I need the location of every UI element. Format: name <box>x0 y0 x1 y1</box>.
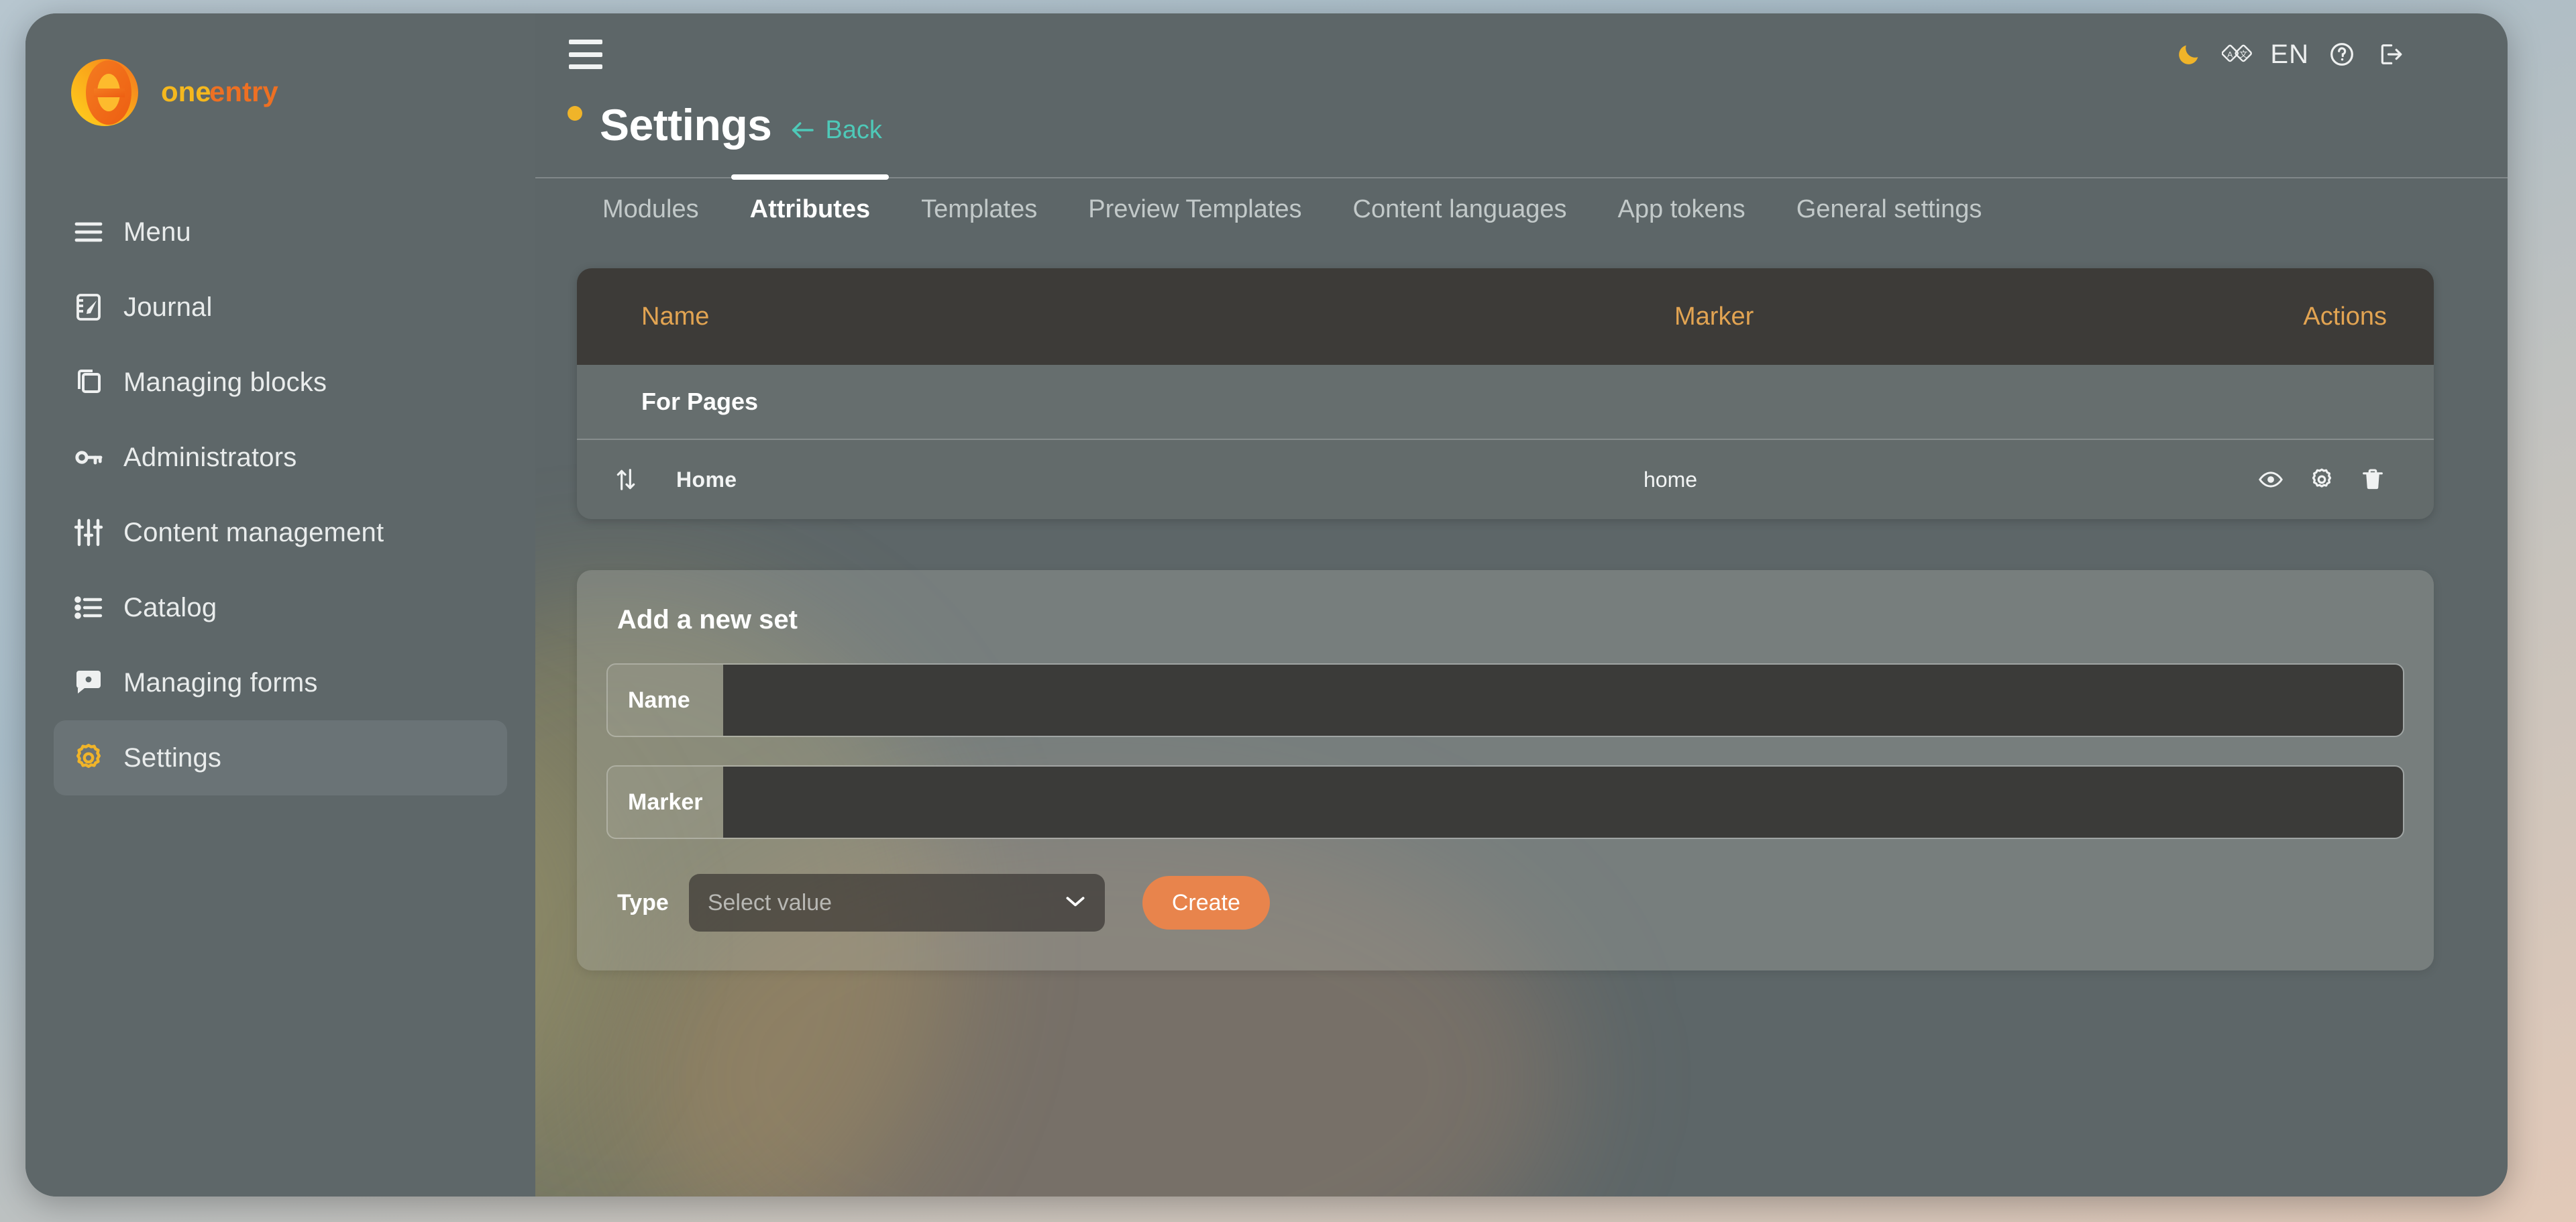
tab-preview-templates[interactable]: Preview Templates <box>1063 178 1327 240</box>
hamburger-bar <box>569 64 602 69</box>
sidebar-item-journal[interactable]: Journal <box>54 270 507 345</box>
chat-gear-icon <box>72 667 105 699</box>
status-dot <box>568 106 582 121</box>
column-header-actions: Actions <box>2303 302 2387 331</box>
row-cell-marker: home <box>1644 467 1698 492</box>
tab-templates[interactable]: Templates <box>896 178 1063 240</box>
sidebar-item-administrators[interactable]: Administrators <box>54 420 507 495</box>
table-row[interactable]: Home home <box>577 440 2434 519</box>
brand-wordmark: one entry <box>161 77 362 108</box>
column-header-name: Name <box>641 302 710 331</box>
add-set-panel: Add a new set Name Marker Type Select va… <box>577 570 2434 970</box>
type-select[interactable]: Select value <box>688 874 1105 932</box>
back-link[interactable]: Back <box>789 115 882 145</box>
blocks-icon <box>72 366 105 398</box>
tab-label: General settings <box>1796 195 1982 223</box>
sidebar-item-label: Content management <box>123 517 384 547</box>
journal-icon <box>72 291 105 323</box>
svg-text:文: 文 <box>2239 50 2247 60</box>
chevron-down-icon <box>1065 894 1086 912</box>
sidebar-item-managing-blocks[interactable]: Managing blocks <box>54 345 507 420</box>
hamburger-bar <box>569 52 602 57</box>
gear-icon <box>72 742 105 774</box>
name-field-row: Name <box>606 663 2404 737</box>
sidebar-item-label: Journal <box>123 292 213 322</box>
tab-label: Attributes <box>749 195 871 223</box>
row-actions <box>2226 465 2387 494</box>
logout-icon[interactable] <box>2375 39 2406 70</box>
hamburger-menu-icon <box>72 216 105 248</box>
tab-modules[interactable]: Modules <box>577 178 724 240</box>
tabs-bar: Modules Attributes Templates Preview Tem… <box>535 174 2508 240</box>
marker-field-row: Marker <box>606 765 2404 839</box>
tab-label: Preview Templates <box>1088 195 1302 223</box>
sidebar-item-label: Settings <box>123 742 222 773</box>
trash-icon[interactable] <box>2359 465 2387 494</box>
row-cell-name: Home <box>676 467 737 492</box>
tab-label: App tokens <box>1617 195 1746 223</box>
add-set-title: Add a new set <box>617 605 798 634</box>
table-group-row: For Pages <box>577 365 2434 440</box>
marker-field-label: Marker <box>608 767 723 838</box>
oneentry-ring-logo-icon <box>67 55 142 130</box>
sidebar-item-catalog[interactable]: Catalog <box>54 570 507 645</box>
app-window: one entry Menu Journal Managing blocks A… <box>25 13 2508 1197</box>
name-input[interactable] <box>723 665 2403 736</box>
tab-general-settings[interactable]: General settings <box>1771 178 2008 240</box>
sidebar-item-content-management[interactable]: Content management <box>54 495 507 570</box>
tab-content-languages[interactable]: Content languages <box>1328 178 1593 240</box>
brand-one: one <box>161 77 211 107</box>
create-button[interactable]: Create <box>1142 876 1270 930</box>
column-header-marker: Marker <box>1674 302 1754 331</box>
page-header: Settings Back <box>535 99 2508 150</box>
tab-attributes[interactable]: Attributes <box>724 174 896 240</box>
content-area: Name Marker Actions For Pages Home home … <box>535 240 2508 970</box>
back-label: Back <box>825 115 882 144</box>
type-select-placeholder: Select value <box>707 889 833 915</box>
arrow-left-icon <box>789 120 816 140</box>
eye-icon[interactable] <box>2257 465 2285 494</box>
type-field-label: Type <box>617 889 669 915</box>
sidebar-item-label: Menu <box>123 217 191 247</box>
brand-logo[interactable]: one entry <box>25 13 535 130</box>
moon-icon[interactable] <box>2174 39 2204 70</box>
sidebar-nav: Menu Journal Managing blocks Administrat… <box>25 195 535 795</box>
list-icon <box>72 592 105 624</box>
sidebar-item-label: Managing blocks <box>123 367 327 397</box>
topbar: A 文 EN <box>535 13 2508 95</box>
question-circle-icon[interactable] <box>2326 39 2357 70</box>
svg-text:A: A <box>2228 50 2234 60</box>
tab-label: Templates <box>921 195 1038 223</box>
sidebar-item-label: Catalog <box>123 592 217 622</box>
main-area: A 文 EN Settings Back Modules Attributes … <box>535 13 2508 1197</box>
type-field-row: Type Select value Create <box>606 874 2404 932</box>
page-title: Settings <box>600 100 772 150</box>
sidebar-item-menu[interactable]: Menu <box>54 195 507 270</box>
reorder-arrows-icon[interactable] <box>610 467 641 492</box>
sidebar-item-managing-forms[interactable]: Managing forms <box>54 645 507 720</box>
gear-icon[interactable] <box>2308 465 2336 494</box>
name-field-label: Name <box>608 665 723 736</box>
tab-app-tokens[interactable]: App tokens <box>1593 178 1771 240</box>
tab-list: Modules Attributes Templates Preview Tem… <box>577 174 2508 240</box>
group-label: For Pages <box>641 388 759 415</box>
language-label[interactable]: EN <box>2270 40 2309 70</box>
key-icon <box>72 441 105 474</box>
marker-input[interactable] <box>723 767 2403 838</box>
sidebar: one entry Menu Journal Managing blocks A… <box>25 13 535 1197</box>
translate-icon[interactable]: A 文 <box>2222 39 2253 70</box>
topbar-actions: A 文 EN <box>2174 39 2406 70</box>
hamburger-menu-icon[interactable] <box>569 40 602 69</box>
sidebar-item-settings[interactable]: Settings <box>54 720 507 795</box>
sliders-icon <box>72 516 105 549</box>
tab-label: Modules <box>602 195 699 223</box>
tab-label: Content languages <box>1352 195 1567 223</box>
sidebar-item-label: Managing forms <box>123 667 318 698</box>
hamburger-bar <box>569 40 602 44</box>
attributes-table: Name Marker Actions For Pages Home home <box>577 268 2434 519</box>
sidebar-item-label: Administrators <box>123 442 297 472</box>
brand-entry: entry <box>209 77 278 107</box>
table-header-row: Name Marker Actions <box>577 268 2434 365</box>
